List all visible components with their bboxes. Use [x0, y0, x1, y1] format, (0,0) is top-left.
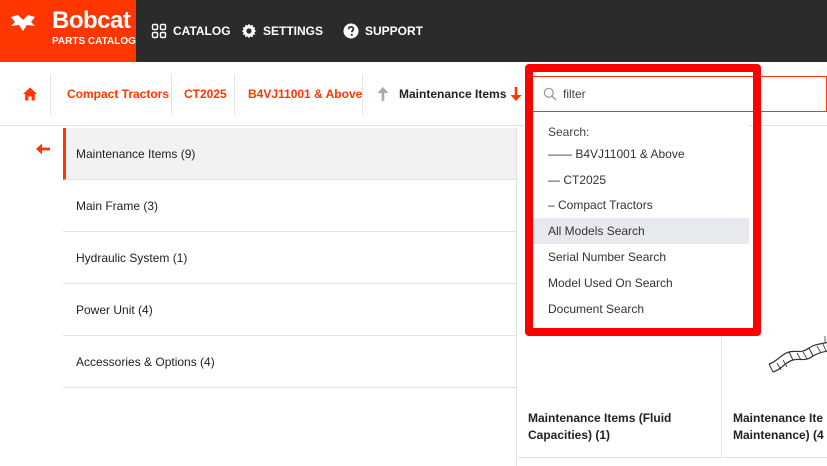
arrow-up-icon[interactable] [376, 86, 390, 102]
list-item-label: Hydraulic System (1) [76, 250, 188, 265]
highlight-frame [525, 64, 761, 336]
breadcrumb-divider [171, 74, 172, 114]
tile-title-line1: Maintenance Ite [733, 411, 824, 425]
nav-settings-label: SETTINGS [263, 24, 324, 38]
tile-title: Maintenance Ite Maintenance) (4 [733, 410, 824, 444]
nav-catalog[interactable]: CATALOG [151, 22, 231, 40]
tile-title-line2: Capacities) (1) [528, 428, 611, 442]
brand-name: Bobcat [52, 7, 131, 34]
list-item-accessories-options[interactable]: Accessories & Options (4) [63, 336, 517, 388]
tile-fluid-capacities[interactable]: Maintenance Items (Fluid Capacities) (1) [518, 330, 722, 458]
brand-subtitle: PARTS CATALOG [52, 36, 136, 47]
list-item-label: Maintenance Items (9) [76, 146, 196, 161]
list-item-label: Power Unit (4) [76, 302, 153, 317]
tile-maintenance[interactable]: Maintenance Ite Maintenance) (4 [723, 330, 827, 458]
nav-support[interactable]: SUPPORT [343, 22, 423, 40]
list-item-label: Accessories & Options (4) [76, 354, 215, 369]
tile-title: Maintenance Items (Fluid Capacities) (1) [528, 410, 671, 444]
tile-title-line1: Maintenance Items (Fluid [528, 411, 672, 425]
breadcrumb-ct2025[interactable]: CT2025 [184, 87, 227, 101]
top-nav-bar: Bobcat PARTS CATALOG CATALOG SETTINGS SU… [0, 0, 827, 62]
nav-settings[interactable]: SETTINGS [241, 22, 323, 40]
category-list: Maintenance Items (9) Main Frame (3) Hyd… [63, 128, 517, 466]
content-tiles: Maintenance Items (Fluid Capacities) (1)… [518, 330, 827, 466]
tile-title-line2: Maintenance) (4 [733, 428, 824, 442]
nav-support-label: SUPPORT [365, 24, 424, 38]
breadcrumb-compact-tractors[interactable]: Compact Tractors [67, 87, 169, 101]
back-arrow-icon[interactable] [35, 142, 51, 156]
breadcrumb-serial-range[interactable]: B4VJ11001 & Above [248, 87, 362, 101]
breadcrumb-divider [362, 74, 363, 114]
bobcat-logo-icon [11, 15, 35, 31]
part-image [768, 336, 827, 373]
list-item-power-unit[interactable]: Power Unit (4) [63, 284, 517, 336]
breadcrumb-divider [50, 74, 51, 114]
breadcrumb-divider [234, 74, 235, 114]
gear-icon [241, 23, 257, 39]
list-spacer [63, 388, 517, 466]
arrow-down-icon[interactable] [509, 86, 523, 102]
breadcrumb-current: Maintenance Items [399, 87, 507, 101]
nav-catalog-label: CATALOG [173, 24, 231, 38]
list-item-hydraulic-system[interactable]: Hydraulic System (1) [63, 232, 517, 284]
question-circle-icon [343, 23, 359, 39]
list-item-main-frame[interactable]: Main Frame (3) [63, 180, 517, 232]
home-icon[interactable] [22, 86, 38, 102]
list-item-label: Main Frame (3) [76, 198, 159, 213]
list-item-maintenance-items[interactable]: Maintenance Items (9) [63, 128, 517, 180]
brand-logo[interactable]: Bobcat PARTS CATALOG [0, 0, 136, 62]
grid-icon [151, 23, 167, 39]
